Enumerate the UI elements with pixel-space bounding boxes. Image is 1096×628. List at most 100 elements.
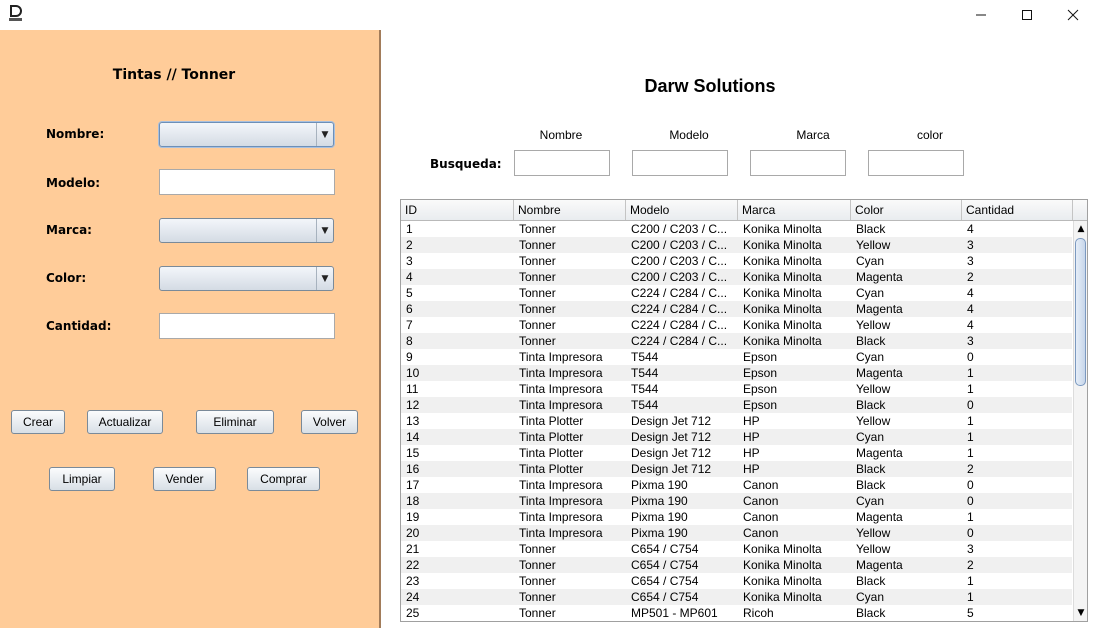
maximize-button[interactable] [1004,0,1050,30]
vender-button[interactable]: Vender [153,467,216,491]
cell-modelo[interactable]: C224 / C284 / C... [626,301,738,317]
eliminar-button[interactable]: Eliminar [196,410,274,434]
cell-color[interactable]: Magenta [851,301,962,317]
scroll-down-arrow-icon[interactable]: ▼ [1074,605,1087,621]
cell-id[interactable]: 21 [401,541,514,557]
table-row[interactable]: 22 Tonner C654 / C754 Konika Minolta Magenta… [401,557,1072,573]
cell-marca[interactable]: HP [738,413,851,429]
cell-id[interactable]: 5 [401,285,514,301]
cell-id[interactable]: 8 [401,333,514,349]
table-row[interactable]: 25 Tonner MP501 - MP601 Ricoh Black 5 [401,605,1072,621]
table-row[interactable]: 21 Tonner C654 / C754 Konika Minolta Yellow 3 [401,541,1072,557]
cell-color[interactable]: Magenta [851,445,962,461]
cell-marca[interactable]: Konika Minolta [738,221,851,237]
cell-marca[interactable]: Konika Minolta [738,573,851,589]
table-row[interactable]: 12 Tinta Impresora T544 Epson Black 0 [401,397,1072,413]
cell-nombre[interactable]: Tonner [514,573,626,589]
cell-cantidad[interactable]: 4 [962,301,1072,317]
table-row[interactable]: 7 Tonner C224 / C284 / C... Konika Minolta Y… [401,317,1072,333]
cell-color[interactable]: Cyan [851,285,962,301]
cell-modelo[interactable]: C224 / C284 / C... [626,333,738,349]
cell-marca[interactable]: HP [738,429,851,445]
cell-modelo[interactable]: C200 / C203 / C... [626,269,738,285]
table-row[interactable]: 5 Tonner C224 / C284 / C... Konika Minolta C… [401,285,1072,301]
column-header-marca[interactable]: Marca [738,200,851,220]
cell-nombre[interactable]: Tonner [514,317,626,333]
cell-marca[interactable]: Konika Minolta [738,237,851,253]
cell-modelo[interactable]: Pixma 190 [626,525,738,541]
cell-cantidad[interactable]: 0 [962,397,1072,413]
cell-id[interactable]: 14 [401,429,514,445]
cell-modelo[interactable]: C654 / C754 [626,573,738,589]
cell-color[interactable]: Black [851,477,962,493]
cell-marca[interactable]: Konika Minolta [738,589,851,605]
cell-color[interactable]: Cyan [851,253,962,269]
cell-nombre[interactable]: Tinta Impresora [514,349,626,365]
cell-cantidad[interactable]: 2 [962,461,1072,477]
cell-modelo[interactable]: Pixma 190 [626,477,738,493]
cell-id[interactable]: 7 [401,317,514,333]
cell-nombre[interactable]: Tinta Impresora [514,477,626,493]
cell-id[interactable]: 18 [401,493,514,509]
cell-modelo[interactable]: C224 / C284 / C... [626,317,738,333]
cell-cantidad[interactable]: 4 [962,285,1072,301]
cell-modelo[interactable]: Design Jet 712 [626,429,738,445]
cell-color[interactable]: Magenta [851,509,962,525]
cell-modelo[interactable]: C654 / C754 [626,589,738,605]
cell-id[interactable]: 11 [401,381,514,397]
table-row[interactable]: 10 Tinta Impresora T544 Epson Magenta 1 [401,365,1072,381]
cell-modelo[interactable]: C224 / C284 / C... [626,285,738,301]
cell-cantidad[interactable]: 1 [962,429,1072,445]
cell-id[interactable]: 24 [401,589,514,605]
cell-modelo[interactable]: T544 [626,397,738,413]
cell-color[interactable]: Cyan [851,589,962,605]
cell-modelo[interactable]: Design Jet 712 [626,461,738,477]
table-row[interactable]: 8 Tonner C224 / C284 / C... Konika Minolta B… [401,333,1072,349]
column-header-color[interactable]: Color [851,200,962,220]
cell-color[interactable]: Cyan [851,493,962,509]
cantidad-field[interactable] [159,313,335,339]
cell-marca[interactable]: HP [738,461,851,477]
scroll-up-arrow-icon[interactable]: ▲ [1074,221,1087,237]
cell-marca[interactable]: Konika Minolta [738,253,851,269]
marca-combobox[interactable]: ▼ [159,218,334,243]
nombre-combobox[interactable]: ▼ [159,122,334,147]
cell-marca[interactable]: Epson [738,365,851,381]
cell-modelo[interactable]: T544 [626,381,738,397]
cell-marca[interactable]: Canon [738,477,851,493]
cell-nombre[interactable]: Tinta Plotter [514,461,626,477]
cell-color[interactable]: Cyan [851,429,962,445]
cell-id[interactable]: 2 [401,237,514,253]
table-row[interactable]: 3 Tonner C200 / C203 / C... Konika Minolta C… [401,253,1072,269]
cell-nombre[interactable]: Tonner [514,589,626,605]
table-row[interactable]: 11 Tinta Impresora T544 Epson Yellow 1 [401,381,1072,397]
cell-cantidad[interactable]: 2 [962,557,1072,573]
cell-color[interactable]: Magenta [851,557,962,573]
modelo-field[interactable] [159,169,335,195]
table-row[interactable]: 24 Tonner C654 / C754 Konika Minolta Cyan 1 [401,589,1072,605]
cell-marca[interactable]: Konika Minolta [738,301,851,317]
cell-color[interactable]: Yellow [851,317,962,333]
cell-color[interactable]: Yellow [851,541,962,557]
crear-button[interactable]: Crear [11,410,65,434]
cell-color[interactable]: Magenta [851,365,962,381]
cell-id[interactable]: 23 [401,573,514,589]
column-header-modelo[interactable]: Modelo [626,200,738,220]
table-row[interactable]: 15 Tinta Plotter Design Jet 712 HP Magenta 1 [401,445,1072,461]
cell-nombre[interactable]: Tonner [514,269,626,285]
column-header-cantidad[interactable]: Cantidad [962,200,1073,220]
comprar-button[interactable]: Comprar [247,467,320,491]
cell-color[interactable]: Yellow [851,381,962,397]
cell-nombre[interactable]: Tonner [514,253,626,269]
cell-marca[interactable]: Konika Minolta [738,557,851,573]
table-row[interactable]: 16 Tinta Plotter Design Jet 712 HP Black 2 [401,461,1072,477]
cell-nombre[interactable]: Tinta Plotter [514,445,626,461]
table-row[interactable]: 1 Tonner C200 / C203 / C... Konika Minolta B… [401,221,1072,237]
cell-nombre[interactable]: Tonner [514,557,626,573]
cell-cantidad[interactable]: 3 [962,253,1072,269]
cell-color[interactable]: Black [851,333,962,349]
table-row[interactable]: 19 Tinta Impresora Pixma 190 Canon Magenta 1 [401,509,1072,525]
cell-modelo[interactable]: Pixma 190 [626,493,738,509]
cell-cantidad[interactable]: 1 [962,589,1072,605]
scroll-thumb[interactable] [1075,238,1086,386]
